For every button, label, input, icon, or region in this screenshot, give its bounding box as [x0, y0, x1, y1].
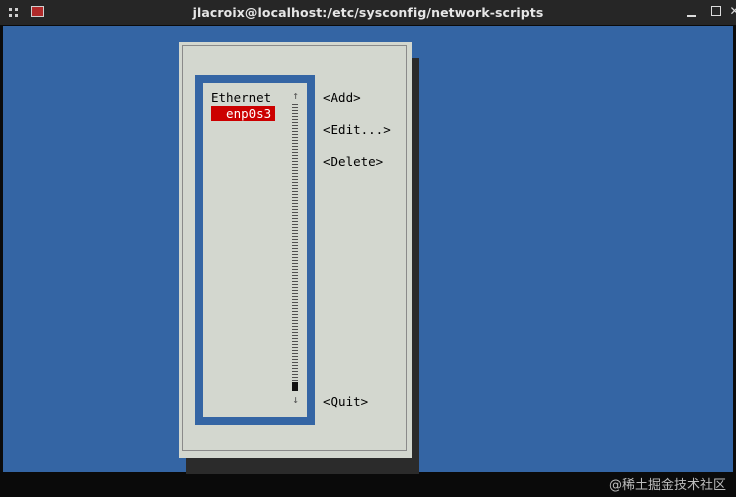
add-button[interactable]: <Add> — [323, 90, 361, 105]
maximize-button[interactable] — [711, 6, 721, 16]
delete-button[interactable]: <Delete> — [323, 154, 383, 169]
window-title: jlacroix@localhost:/etc/sysconfig/networ… — [192, 5, 544, 20]
edit-button[interactable]: <Edit...> — [323, 122, 391, 137]
list-group-header: Ethernet — [211, 90, 272, 105]
minimize-button[interactable] — [685, 5, 698, 18]
scrollbar-thumb[interactable] — [292, 382, 298, 391]
list-item-enp0s3[interactable]: enp0s3 — [211, 106, 275, 121]
close-button[interactable]: ✕ — [728, 5, 736, 18]
quit-button[interactable]: <Quit> — [323, 394, 368, 409]
watermark-text: @稀土掘金技术社区 — [608, 478, 726, 493]
listbox-scrollbar[interactable]: ↑ ↓ — [291, 90, 300, 408]
scroll-down-arrow-icon[interactable]: ↓ — [291, 394, 300, 406]
scrollbar-track[interactable] — [292, 104, 298, 382]
scroll-up-arrow-icon[interactable]: ↑ — [291, 90, 300, 102]
window-titlebar: jlacroix@localhost:/etc/sysconfig/networ… — [0, 0, 736, 25]
